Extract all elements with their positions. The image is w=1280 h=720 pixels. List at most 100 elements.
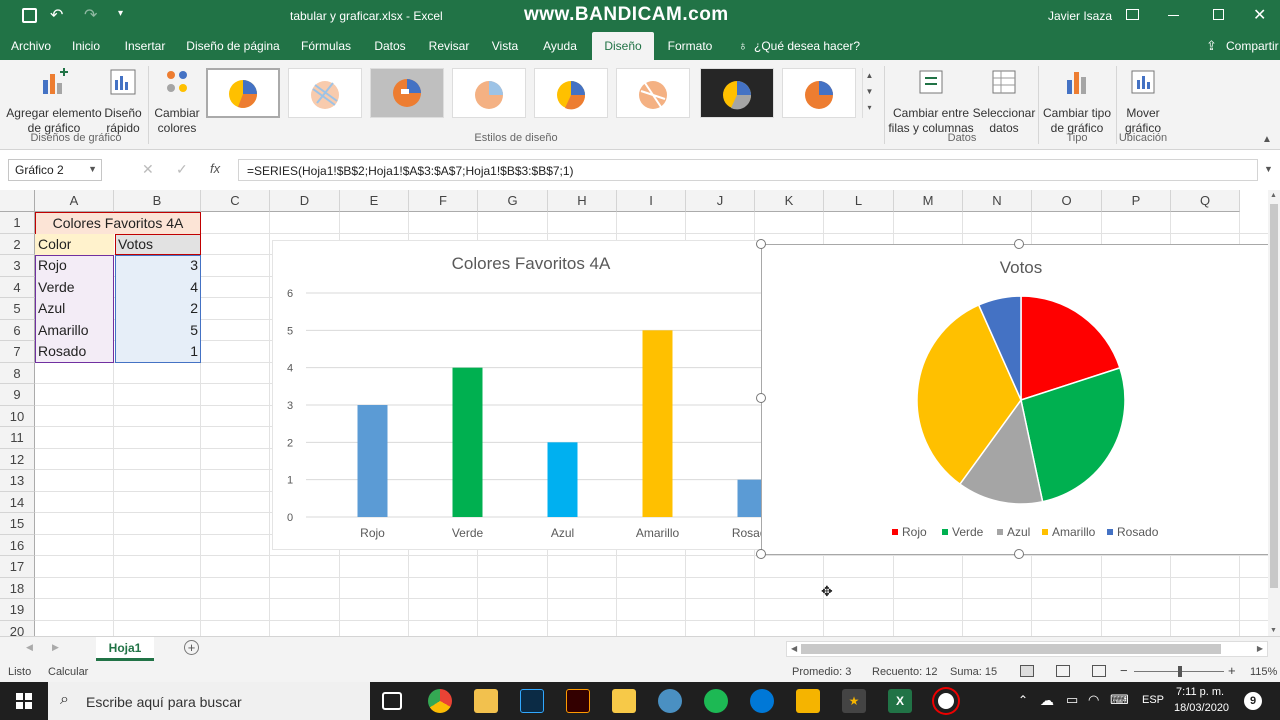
row-header[interactable]: 5 — [0, 298, 35, 320]
bar-azul[interactable] — [547, 442, 578, 517]
network-icon[interactable]: ▭ — [1066, 692, 1078, 708]
expand-formula-icon[interactable]: ▼ — [1264, 164, 1273, 174]
row-header[interactable]: 9 — [0, 384, 35, 406]
vertical-scrollbar[interactable]: ▲ ▼ — [1268, 190, 1280, 636]
cell-votos[interactable]: 4 — [118, 277, 198, 298]
sheet-tab-hoja1[interactable]: Hoja1 — [96, 637, 154, 661]
column-header[interactable]: J — [686, 190, 755, 212]
tab-formulas[interactable]: Fórmulas — [296, 32, 356, 60]
app-icon[interactable] — [796, 689, 820, 713]
cell-color[interactable]: Amarillo — [38, 320, 89, 341]
bar-chart[interactable]: Colores Favoritos 4A 0 1 2 3 4 5 6 Rojo Verde Azu… — [272, 240, 774, 550]
column-header[interactable]: B — [114, 190, 201, 212]
tab-vista[interactable]: Vista — [486, 32, 524, 60]
resize-handle[interactable] — [1014, 239, 1024, 249]
edge-icon[interactable] — [750, 689, 774, 713]
cell-color[interactable]: Verde — [38, 277, 75, 298]
cell-votos[interactable]: 3 — [118, 255, 198, 276]
clock-date[interactable]: 18/03/2020 — [1174, 702, 1229, 714]
row-header[interactable]: 7 — [0, 341, 35, 363]
taskbar-search[interactable]: ⌕ Escribe aquí para buscar — [48, 682, 370, 720]
row-header[interactable]: 12 — [0, 448, 35, 470]
row-header[interactable]: 14 — [0, 491, 35, 513]
chart-style-8[interactable] — [782, 68, 856, 118]
resize-handle[interactable] — [756, 393, 766, 403]
tab-ayuda[interactable]: Ayuda — [536, 32, 584, 60]
bandicam-icon[interactable] — [934, 689, 958, 713]
prev-sheet-icon[interactable]: ◀ — [26, 642, 33, 653]
close-icon[interactable]: ✕ — [1253, 5, 1266, 25]
zoom-slider-thumb[interactable] — [1178, 666, 1182, 677]
column-header[interactable]: N — [963, 190, 1032, 212]
select-all-corner[interactable] — [0, 190, 35, 212]
row-header[interactable]: 20 — [0, 620, 35, 636]
clock-time[interactable]: 7:11 p. m. — [1176, 686, 1224, 698]
enter-icon[interactable]: ✓ — [176, 161, 188, 178]
collapse-ribbon-icon[interactable]: ▲ — [1262, 134, 1272, 145]
wifi-icon[interactable]: ◠ — [1088, 692, 1099, 708]
scroll-thumb[interactable] — [1270, 204, 1278, 588]
change-colors-button[interactable]: Cambiar colores — [152, 68, 202, 136]
column-header[interactable]: H — [548, 190, 617, 212]
cell-color[interactable]: Rojo — [38, 255, 67, 276]
add-sheet-icon[interactable]: + — [184, 640, 199, 655]
pie-chart[interactable]: Votos Rojo Verde Azul Amarillo Rosado — [761, 244, 1268, 555]
tab-diseno[interactable]: Diseño — [592, 32, 654, 60]
normal-view-icon[interactable] — [1020, 665, 1034, 677]
user-name[interactable]: Javier Isaza — [1048, 9, 1112, 23]
column-header[interactable]: C — [201, 190, 270, 212]
status-calc[interactable]: Calcular — [48, 666, 88, 678]
tab-archivo[interactable]: Archivo — [4, 32, 58, 60]
column-header[interactable]: L — [824, 190, 894, 212]
change-chart-type-button[interactable]: Cambiar tipo de gráfico — [1040, 68, 1114, 136]
add-chart-element-button[interactable]: Agregar elemento de gráfico — [6, 68, 102, 136]
share-button[interactable]: Compartir — [1226, 39, 1279, 53]
column-header[interactable]: O — [1032, 190, 1102, 212]
chart-style-7[interactable] — [700, 68, 774, 118]
bar-verde[interactable] — [452, 367, 483, 517]
zoom-level[interactable]: 115% — [1250, 666, 1277, 678]
status-average[interactable]: Promedio: 3 — [792, 666, 851, 678]
page-layout-icon[interactable] — [1056, 665, 1070, 677]
row-header[interactable]: 2 — [0, 233, 35, 255]
tab-formato[interactable]: Formato — [662, 32, 718, 60]
chrome-icon[interactable] — [428, 689, 452, 713]
status-sum[interactable]: Suma: 15 — [950, 666, 997, 678]
tab-inicio[interactable]: Inicio — [64, 32, 108, 60]
bar-rosado[interactable] — [737, 479, 768, 517]
row-header[interactable]: 18 — [0, 577, 35, 599]
column-header[interactable]: P — [1102, 190, 1171, 212]
row-header[interactable]: 17 — [0, 556, 35, 578]
tab-revisar[interactable]: Revisar — [424, 32, 474, 60]
tab-diseno-pagina[interactable]: Diseño de página — [182, 32, 284, 60]
column-header[interactable]: I — [617, 190, 686, 212]
gallery-scroll[interactable]: ▲ ▼ ▾ — [862, 68, 876, 118]
row-header[interactable]: 10 — [0, 405, 35, 427]
column-header[interactable]: F — [409, 190, 478, 212]
row-header[interactable]: 15 — [0, 513, 35, 535]
page-break-icon[interactable] — [1092, 665, 1106, 677]
column-header[interactable]: D — [270, 190, 340, 212]
bar-amarillo[interactable] — [642, 330, 673, 517]
chart-style-6[interactable] — [616, 68, 690, 118]
cancel-icon[interactable]: ✕ — [142, 161, 154, 178]
column-header[interactable]: G — [478, 190, 548, 212]
chart-style-4[interactable] — [452, 68, 526, 118]
cell-votos[interactable]: 5 — [118, 320, 198, 341]
horizontal-scrollbar[interactable]: ◀ ▶ — [786, 641, 1268, 657]
resize-handle[interactable] — [756, 239, 766, 249]
notifications-icon[interactable]: 9 — [1244, 692, 1262, 710]
undo-icon[interactable]: ↶ — [50, 5, 63, 25]
column-header[interactable]: A — [35, 190, 114, 212]
chart-style-2[interactable] — [288, 68, 362, 118]
column-header[interactable]: E — [340, 190, 409, 212]
save-icon[interactable] — [22, 8, 37, 23]
bar-rojo[interactable] — [357, 405, 388, 517]
keyboard-icon[interactable]: ⌨ — [1110, 692, 1129, 708]
tell-me-search[interactable]: ¿Qué desea hacer? — [754, 39, 860, 53]
windows-start-icon[interactable] — [16, 693, 32, 709]
share-icon[interactable]: ⇪ — [1206, 38, 1217, 54]
row-header[interactable]: 19 — [0, 599, 35, 621]
cell-votos[interactable]: 1 — [118, 341, 198, 362]
spotify-icon[interactable] — [704, 689, 728, 713]
